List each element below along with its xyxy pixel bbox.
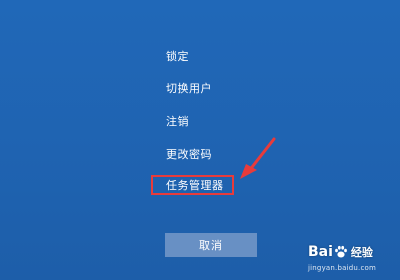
- lock-option[interactable]: 锁定: [166, 50, 189, 64]
- cancel-button[interactable]: 取消: [165, 233, 257, 257]
- sign-out-option[interactable]: 注销: [166, 115, 189, 129]
- watermark-logo: Bai 经验: [308, 243, 373, 261]
- watermark-brand-left: Bai: [308, 244, 333, 260]
- secure-attention-screen: 锁定 切换用户 注销 更改密码 任务管理器 取消 Bai 经验 jingyan.…: [0, 0, 400, 280]
- baidu-jingyan-watermark: Bai 经验 jingyan.baidu.com: [308, 243, 398, 278]
- change-password-option[interactable]: 更改密码: [166, 148, 212, 162]
- task-manager-option[interactable]: 任务管理器: [151, 175, 234, 195]
- paw-icon: [335, 245, 347, 258]
- watermark-url: jingyan.baidu.com: [308, 264, 376, 272]
- switch-user-option[interactable]: 切换用户: [166, 82, 212, 96]
- red-arrow-annotation: [240, 137, 276, 179]
- watermark-brand-right: 经验: [350, 246, 373, 259]
